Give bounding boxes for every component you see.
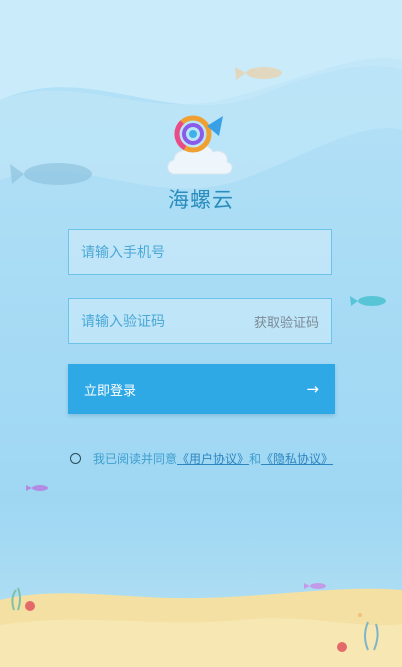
phone-input-placeholder: 请输入手机号 [81,245,165,261]
arrow-right-icon: → [306,380,319,398]
fish-cyan [350,296,386,306]
verification-code-input[interactable]: 请输入验证码 获取验证码 [68,298,332,344]
fish-purple-left [26,485,48,491]
pebble [358,613,362,617]
agreement-prefix: 我已阅读并同意 [93,452,178,466]
shell-left [25,601,35,611]
login-button-label: 立即登录 [84,383,137,399]
user-agreement-link[interactable]: 《用户协议》 [177,450,249,467]
shell-right [337,642,347,652]
login-button[interactable]: 立即登录 → [68,364,335,414]
conch-cloud-icon [167,115,233,175]
agree-radio[interactable] [70,453,81,464]
agreement-and: 和 [249,452,262,466]
agreement-row: 我已阅读并同意 《用户协议》 和 《隐私协议》 [70,450,333,467]
code-input-placeholder: 请输入验证码 [81,314,165,330]
app-logo [163,112,237,178]
fish-purple-right [304,583,326,589]
phone-input[interactable]: 请输入手机号 [68,229,332,275]
get-code-button[interactable]: 获取验证码 [254,312,319,331]
privacy-agreement-link[interactable]: 《隐私协议》 [261,450,333,467]
app-title: 海螺云 [168,188,234,212]
